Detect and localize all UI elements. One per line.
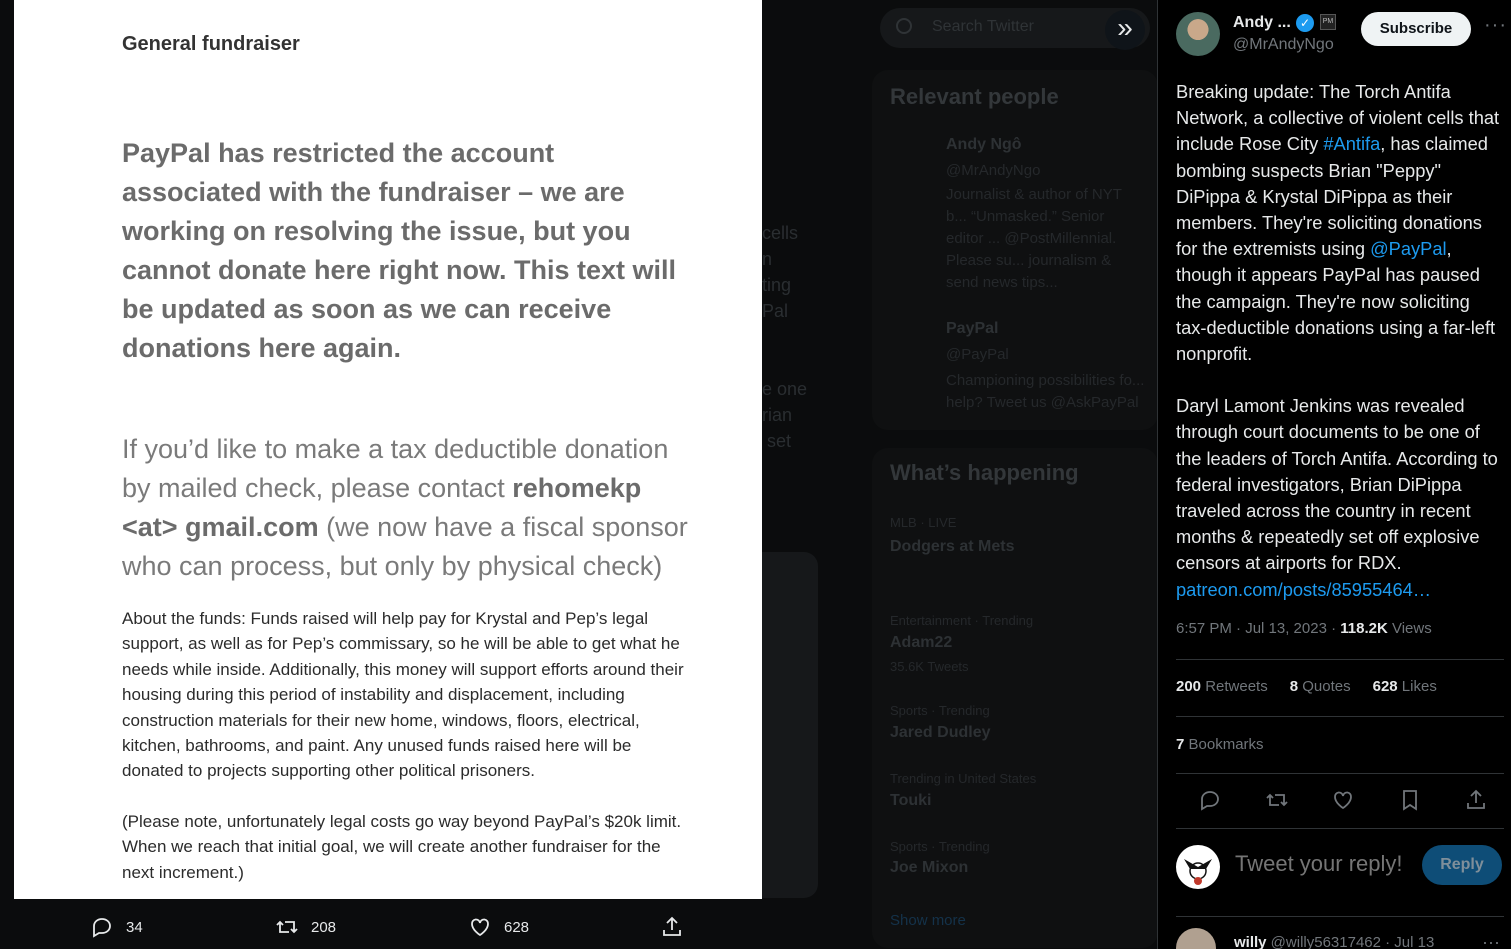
reply-author-handle: @willy56317462 · Jul 13 (1266, 934, 1435, 949)
trend1-title: Dodgers at Mets (890, 538, 1015, 555)
trend2-count: 35.6K Tweets (890, 659, 969, 674)
retweet-icon[interactable] (1265, 788, 1289, 812)
more-options-icon[interactable]: ··· (1482, 932, 1500, 949)
trend2-title: Adam22 (890, 634, 953, 651)
bookmark-icon[interactable] (1398, 788, 1422, 812)
views-count: 118.2K (1340, 620, 1388, 637)
reply-author-name: willy (1234, 934, 1267, 949)
quotes-label: Quotes (1298, 678, 1351, 695)
search-icon (896, 18, 912, 34)
likes-label: Likes (1397, 678, 1437, 695)
divider (1176, 716, 1504, 717)
timestamp-text[interactable]: 6:57 PM · Jul 13, 2023 · (1176, 620, 1340, 637)
retweet-action[interactable]: 208 (275, 915, 336, 939)
divider (1176, 916, 1504, 917)
likes-count: 628 (1372, 678, 1398, 695)
tax-donation-info: If you’d like to make a tax deductible d… (122, 430, 702, 586)
reply-input[interactable] (1235, 851, 1415, 877)
tweet-action-row (1198, 788, 1488, 812)
bookmarks-stat[interactable]: 7 Bookmarks (1176, 736, 1264, 753)
media-image: General fundraiser PayPal has restricted… (14, 0, 762, 899)
double-chevron-icon: » (1117, 12, 1133, 43)
search-placeholder: Search Twitter (932, 18, 1034, 35)
hashtag-antifa[interactable]: #Antifa (1323, 133, 1380, 154)
rp1-handle: @MrAndyNgo (946, 162, 1041, 179)
expand-panel-button[interactable]: » (1105, 10, 1145, 50)
like-action[interactable]: 628 (468, 915, 529, 939)
retweets-count: 200 (1176, 678, 1202, 695)
background-tweet-fragment: cells n ting Pal e one rian set (762, 223, 808, 451)
quotes-stat[interactable]: 8 Quotes (1290, 678, 1351, 695)
rp2-bio: Championing possibilities fo... help? Tw… (946, 372, 1145, 411)
media-action-bar: 34 208 628 (0, 905, 760, 949)
retweets-label: Retweets (1201, 678, 1268, 695)
share-action[interactable] (660, 915, 684, 939)
funds-description: About the funds: Funds raised will help … (122, 609, 684, 781)
quotes-count: 8 (1289, 678, 1299, 695)
share-icon[interactable] (1464, 788, 1488, 812)
fundraiser-title: General fundraiser (122, 33, 300, 55)
author-avatar[interactable] (1176, 12, 1220, 56)
likes-stat[interactable]: 628 Likes (1373, 678, 1437, 695)
relevant-people-panel: Relevant people Andy Ngô @MrAndyNgo Jour… (872, 70, 1158, 430)
restriction-notice: PayPal has restricted the account associ… (122, 138, 677, 363)
affiliate-badge-icon: PM (1320, 14, 1336, 30)
tweet-detail-panel: Andy ... ✓ PM @MrAndyNgo Subscribe ··· B… (1157, 0, 1511, 949)
heart-icon[interactable] (1331, 788, 1355, 812)
mention-paypal[interactable]: @PayPal (1370, 238, 1446, 259)
reply-author: willy @willy56317462 · Jul 13 (1234, 934, 1434, 949)
reply-action[interactable]: 34 (90, 915, 143, 939)
retweet-icon (276, 920, 298, 934)
jester-avatar-icon (1184, 859, 1212, 885)
whats-happening-panel: What’s happening MLB · LIVE Dodgers at M… (872, 448, 1158, 948)
divider (1176, 773, 1504, 774)
verified-badge-icon: ✓ (1296, 14, 1314, 32)
tweet-stats: 200 Retweets 8 Quotes 628 Likes (1176, 678, 1437, 695)
tweet-paragraph-1: Breaking update: The Torch Antifa Networ… (1176, 79, 1502, 367)
trend1-meta: MLB · LIVE (890, 515, 957, 530)
trend4-title: Touki (890, 792, 932, 809)
reply-icon[interactable] (1198, 788, 1222, 812)
reply-author-avatar[interactable] (1176, 928, 1216, 949)
bookmarks-label: Bookmarks (1184, 736, 1264, 753)
views-label: Views (1387, 620, 1432, 637)
trend5-title: Joe Mixon (890, 859, 969, 876)
relevant-people-heading: Relevant people (890, 84, 1059, 109)
reply-icon (93, 918, 111, 938)
author-name[interactable]: Andy ... (1233, 14, 1291, 32)
tweet-text-part: Daryl Lamont Jenkins was revealed throug… (1176, 395, 1498, 574)
trend2-meta: Entertainment · Trending (890, 613, 1034, 628)
divider (1176, 828, 1504, 829)
whats-happening-heading: What’s happening (890, 460, 1079, 485)
trend4-meta: Trending in United States (890, 771, 1037, 786)
rp1-bio: Journalist & author of NYT b... “Unmaske… (946, 186, 1122, 291)
rp2-handle: @PayPal (946, 346, 1009, 363)
tweet-paragraph-2: Daryl Lamont Jenkins was revealed throug… (1176, 393, 1502, 603)
tweet-timestamp: 6:57 PM · Jul 13, 2023 · 118.2K Views (1176, 620, 1432, 637)
subscribe-button[interactable]: Subscribe (1361, 12, 1471, 46)
rp2-name: PayPal (946, 320, 999, 337)
patreon-link[interactable]: patreon.com/posts/85955464… (1176, 579, 1431, 600)
more-options-icon[interactable]: ··· (1484, 14, 1507, 37)
reply-button[interactable]: Reply (1422, 845, 1502, 885)
background-card (762, 552, 818, 898)
heart-icon (471, 918, 489, 937)
tweet-text: Breaking update: The Torch Antifa Networ… (1176, 79, 1502, 629)
trend5-meta: Sports · Trending (890, 839, 990, 854)
legal-note: (Please note, unfortunately legal costs … (122, 812, 682, 882)
author-handle[interactable]: @MrAndyNgo (1233, 36, 1334, 54)
trend3-title: Jared Dudley (890, 724, 991, 741)
reply-count: 34 (126, 918, 143, 936)
trend3-meta: Sports · Trending (890, 703, 990, 718)
retweets-stat[interactable]: 200 Retweets (1176, 678, 1268, 695)
like-count: 628 (504, 918, 530, 936)
retweet-count: 208 (311, 918, 337, 936)
show-more-link: Show more (890, 912, 966, 929)
rp1-name: Andy Ngô (946, 136, 1022, 153)
share-icon (663, 916, 681, 936)
divider (1176, 659, 1504, 660)
next-reply[interactable]: willy @willy56317462 · Jul 13 ··· (1176, 922, 1506, 949)
current-user-avatar (1176, 845, 1220, 889)
